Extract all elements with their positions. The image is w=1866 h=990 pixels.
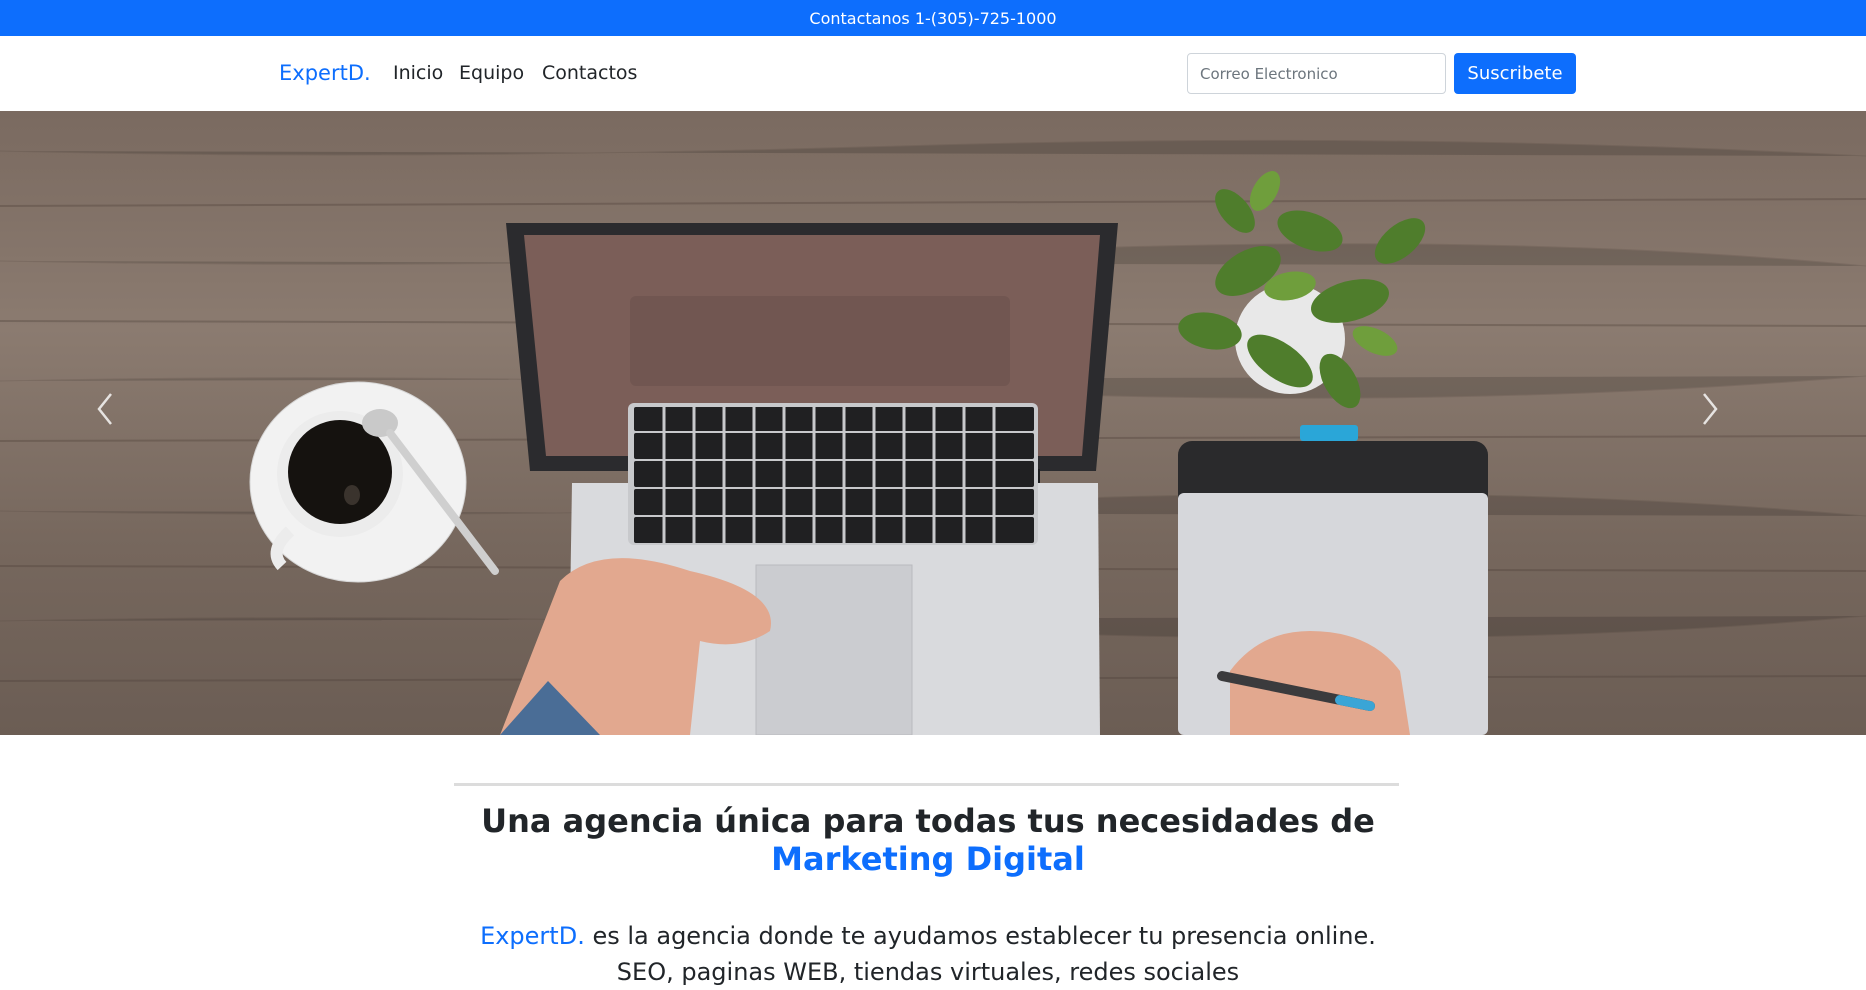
intro-lead: ExpertD. es la agencia donde te ayudamos… bbox=[0, 918, 1856, 990]
section-divider bbox=[454, 783, 1399, 786]
lead-brand: ExpertD. bbox=[480, 922, 585, 950]
carousel-prev-button[interactable] bbox=[95, 391, 155, 451]
headline-line1: Una agencia única para todas tus necesid… bbox=[481, 802, 1375, 840]
email-input[interactable] bbox=[1187, 53, 1446, 94]
contact-bar: Contactanos 1-(305)-725-1000 bbox=[0, 0, 1866, 36]
nav-link-contactos[interactable]: Contactos bbox=[542, 62, 637, 84]
intro-headline: Una agencia única para todas tus necesid… bbox=[0, 802, 1856, 878]
headline-accent: Marketing Digital bbox=[771, 840, 1085, 878]
chevron-right-icon bbox=[1703, 393, 1718, 425]
carousel-next-button[interactable] bbox=[1700, 391, 1760, 451]
lead-line1: es la agencia donde te ayudamos establec… bbox=[584, 922, 1376, 950]
hero-image bbox=[0, 139, 1866, 735]
brand-logo[interactable]: ExpertD. bbox=[279, 61, 371, 85]
contact-text: Contactanos 1-(305)-725-1000 bbox=[809, 8, 1057, 28]
nav-link-inicio[interactable]: Inicio bbox=[393, 62, 443, 84]
chevron-left-icon bbox=[97, 393, 112, 425]
lead-line2: SEO, paginas WEB, tiendas virtuales, red… bbox=[616, 958, 1240, 986]
hero-carousel bbox=[0, 111, 1866, 735]
subscribe-button[interactable]: Suscribete bbox=[1454, 53, 1576, 94]
nav-link-equipo[interactable]: Equipo bbox=[459, 62, 524, 84]
navbar: ExpertD. Inicio Equipo Contactos Suscrib… bbox=[0, 36, 1866, 111]
